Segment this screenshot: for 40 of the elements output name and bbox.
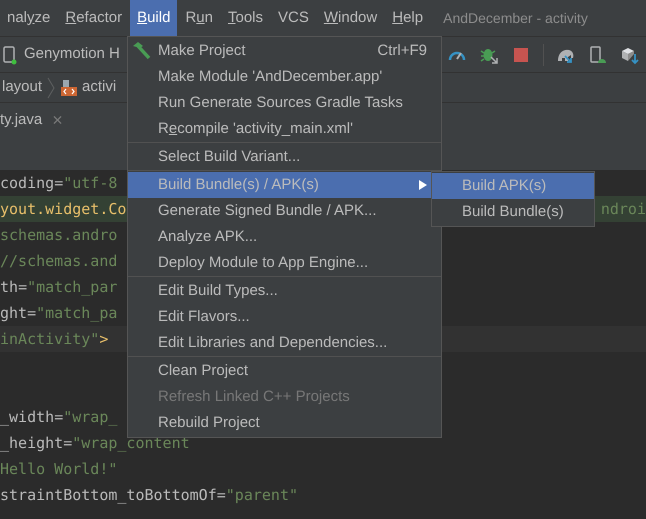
code-line: ght="match_pa [0, 302, 118, 324]
code-line: coding="utf-8 [0, 172, 118, 194]
code-line: th="match_par [0, 276, 118, 298]
code-line: schemas.andro [0, 224, 118, 246]
xml-file-icon [60, 78, 78, 96]
menu-item[interactable]: Make Module 'AndDecember.app' [128, 64, 441, 90]
menu-item[interactable]: Recompile 'activity_main.xml' [128, 116, 441, 142]
menu-item[interactable]: nalyze [0, 0, 58, 36]
menu-item[interactable]: Edit Flavors... [128, 304, 441, 330]
menu-item[interactable]: Analyze APK... [128, 224, 441, 250]
menu-item[interactable]: Build [130, 0, 178, 36]
menu-item[interactable]: Edit Build Types... [128, 278, 441, 304]
code-text: ndroi [600, 198, 646, 220]
menu-item[interactable]: Edit Libraries and Dependencies... [128, 330, 441, 356]
window-title: AndDecember - activity [443, 8, 588, 28]
breadcrumb-item[interactable]: activi [82, 76, 116, 99]
code-line: yout.widget.Co [0, 198, 126, 220]
code-line: straintBottom_toBottomOf="parent" [0, 484, 298, 506]
chevron-icon [46, 76, 56, 98]
phone-icon [2, 44, 18, 64]
phone-android-icon[interactable] [588, 44, 608, 64]
menu-item[interactable]: Make Project Ctrl+F9 [128, 38, 441, 64]
code-line: _width="wrap_ [0, 406, 118, 428]
menu-item[interactable]: Deploy Module to App Engine... [128, 250, 441, 276]
menu-item[interactable]: Select Build Variant... [128, 144, 441, 170]
code-line: //schemas.and [0, 250, 118, 272]
device-selector[interactable]: Genymotion H [0, 40, 120, 68]
breadcrumb-item[interactable]: layout [0, 76, 42, 99]
menu-item[interactable]: Build Bundle(s) [432, 199, 594, 225]
menu-item[interactable]: Clean Project [128, 358, 441, 384]
hammer-icon [132, 42, 152, 60]
menu-item[interactable]: Tools [220, 0, 270, 36]
menu-item[interactable]: Help [385, 0, 430, 36]
menu-item[interactable]: Run [178, 0, 220, 36]
menu-item[interactable]: Refactor [58, 0, 130, 36]
menu-item[interactable]: Window [316, 0, 384, 36]
menu-item[interactable]: Run Generate Sources Gradle Tasks [128, 90, 441, 116]
menu-item[interactable]: VCS [271, 0, 316, 36]
code-line: Hello World!" [0, 458, 118, 480]
code-line: inActivity"> [0, 328, 108, 350]
